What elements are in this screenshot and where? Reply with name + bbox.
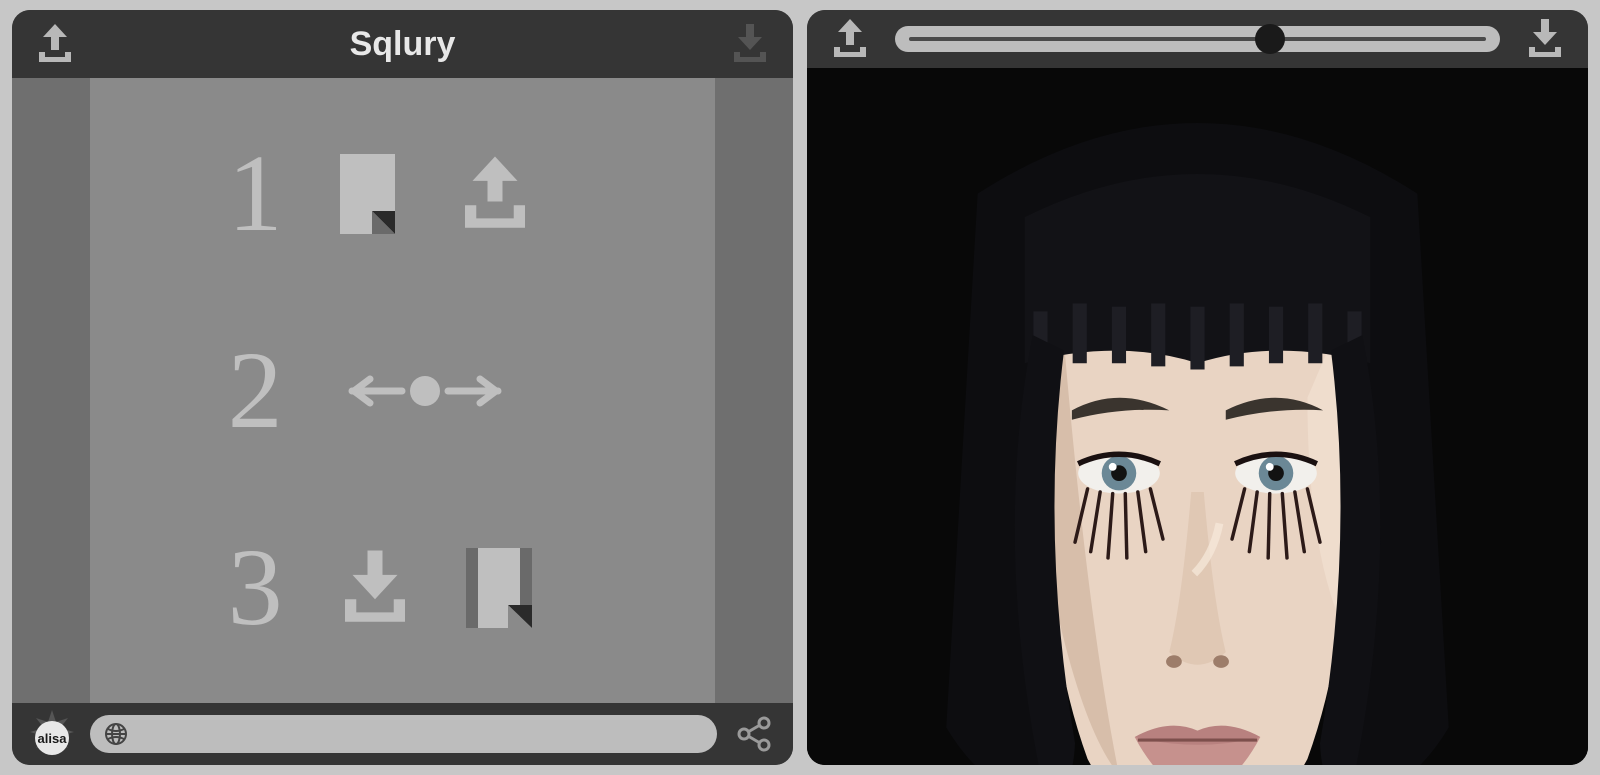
left-panel: Sqlury 1 2 — [12, 10, 793, 765]
left-topbar: Sqlury — [12, 10, 793, 78]
effect-slider[interactable] — [895, 26, 1500, 52]
upload-button-right[interactable] — [821, 10, 879, 68]
right-panel: alisa — [807, 10, 1588, 765]
brand-logo[interactable]: alisa — [26, 708, 78, 760]
download-icon — [1521, 15, 1569, 63]
url-input-container[interactable] — [90, 715, 717, 753]
upload-icon — [826, 15, 874, 63]
share-icon — [734, 714, 774, 754]
slider-thumb[interactable] — [1255, 24, 1285, 54]
download-button-right[interactable] — [1516, 10, 1574, 68]
step-number: 2 — [220, 327, 290, 454]
brand-text: alisa — [38, 731, 68, 746]
upload-icon — [450, 149, 540, 239]
right-content — [807, 68, 1588, 765]
steps-box: 1 2 — [90, 78, 715, 703]
step-number: 3 — [220, 524, 290, 651]
preview-image — [807, 68, 1588, 765]
share-button[interactable] — [729, 714, 779, 754]
left-content: 1 2 — [12, 78, 793, 703]
step-number: 1 — [220, 130, 290, 257]
step-3: 3 — [90, 524, 715, 651]
url-input[interactable] — [138, 724, 703, 745]
step-1: 1 — [90, 130, 715, 257]
slider-arrows-icon — [330, 366, 520, 416]
right-topbar — [807, 10, 1588, 68]
upload-button-left[interactable] — [26, 15, 84, 73]
star-logo-icon: alisa — [26, 708, 78, 760]
document-icon — [330, 149, 410, 239]
step-2: 2 — [90, 327, 715, 454]
download-button-left-disabled — [721, 15, 779, 73]
left-bottombar: alisa — [12, 703, 793, 765]
app-title: Sqlury — [84, 25, 721, 64]
upload-icon — [31, 20, 79, 68]
document-result-icon — [460, 543, 540, 633]
download-icon — [726, 20, 774, 68]
slider-line — [909, 37, 1486, 41]
portrait-illustration — [807, 68, 1588, 765]
globe-icon — [104, 722, 128, 746]
download-icon — [330, 543, 420, 633]
